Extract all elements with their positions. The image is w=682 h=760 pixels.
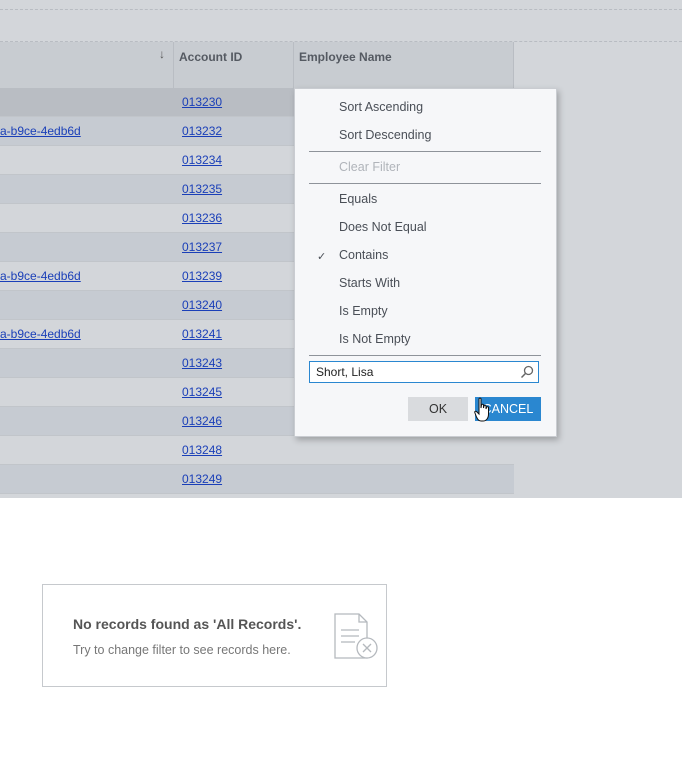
clear-filter-item: Clear Filter xyxy=(339,160,401,174)
table-row[interactable]: 013248 xyxy=(0,436,514,465)
account-id-link[interactable]: 013232 xyxy=(182,124,222,138)
column-header-account-id-label: Account ID xyxy=(179,50,243,64)
is-not-empty-item[interactable]: Is Not Empty xyxy=(339,332,411,346)
account-id-link[interactable]: 013235 xyxy=(182,182,222,196)
column-header-first[interactable]: ↓ xyxy=(0,42,174,88)
filter-value-input[interactable] xyxy=(316,365,516,379)
account-id-link[interactable]: 013240 xyxy=(182,298,222,312)
column-header-employee-name-label: Employee Name xyxy=(299,50,392,64)
column-filter-popup: Sort Ascending Sort Descending Clear Fil… xyxy=(294,88,557,437)
starts-with-item[interactable]: Starts With xyxy=(339,276,400,290)
toolbar-divider-top xyxy=(0,9,682,10)
hand-cursor-icon xyxy=(474,397,489,422)
column-header-account-id[interactable]: Account ID xyxy=(174,42,294,88)
account-id-link[interactable]: 013239 xyxy=(182,269,222,283)
empty-state-card: No records found as 'All Records'. Try t… xyxy=(42,584,387,687)
document-x-icon xyxy=(334,613,378,659)
ok-button[interactable]: OK xyxy=(408,397,468,421)
sort-ascending-item[interactable]: Sort Ascending xyxy=(339,100,423,114)
grid-header: ↓ Account ID Employee Name xyxy=(0,42,514,88)
row-cell-first[interactable]: a-b9ce-4edb6d xyxy=(0,269,173,283)
account-id-link[interactable]: 013234 xyxy=(182,153,222,167)
menu-divider xyxy=(309,183,541,184)
does-not-equal-item[interactable]: Does Not Equal xyxy=(339,220,427,234)
filter-value-field[interactable] xyxy=(309,361,539,383)
row-cell-first[interactable]: a-b9ce-4edb6d xyxy=(0,327,173,341)
account-id-link[interactable]: 013236 xyxy=(182,211,222,225)
account-id-link[interactable]: 013249 xyxy=(182,472,222,486)
equals-item[interactable]: Equals xyxy=(339,192,377,206)
empty-state-title: No records found as 'All Records'. xyxy=(73,616,302,632)
menu-divider xyxy=(309,151,541,152)
account-id-link[interactable]: 013246 xyxy=(182,414,222,428)
account-id-link[interactable]: 013245 xyxy=(182,385,222,399)
search-icon[interactable] xyxy=(520,365,534,379)
row-cell-first[interactable]: a-b9ce-4edb6d xyxy=(0,124,173,138)
empty-state-subtitle: Try to change filter to see records here… xyxy=(73,643,291,657)
table-row[interactable]: 013249 xyxy=(0,465,514,494)
check-icon: ✓ xyxy=(317,251,327,263)
column-header-employee-name[interactable]: Employee Name xyxy=(294,42,514,88)
toolbar xyxy=(0,0,682,42)
account-id-link[interactable]: 013241 xyxy=(182,327,222,341)
account-id-link[interactable]: 013237 xyxy=(182,240,222,254)
menu-divider xyxy=(309,355,541,356)
contains-item[interactable]: Contains xyxy=(339,248,388,262)
account-id-link[interactable]: 013248 xyxy=(182,443,222,457)
arrow-down-icon: ↓ xyxy=(159,47,165,61)
account-id-link[interactable]: 013230 xyxy=(182,95,222,109)
sort-descending-item[interactable]: Sort Descending xyxy=(339,128,431,142)
is-empty-item[interactable]: Is Empty xyxy=(339,304,388,318)
account-id-link[interactable]: 013243 xyxy=(182,356,222,370)
